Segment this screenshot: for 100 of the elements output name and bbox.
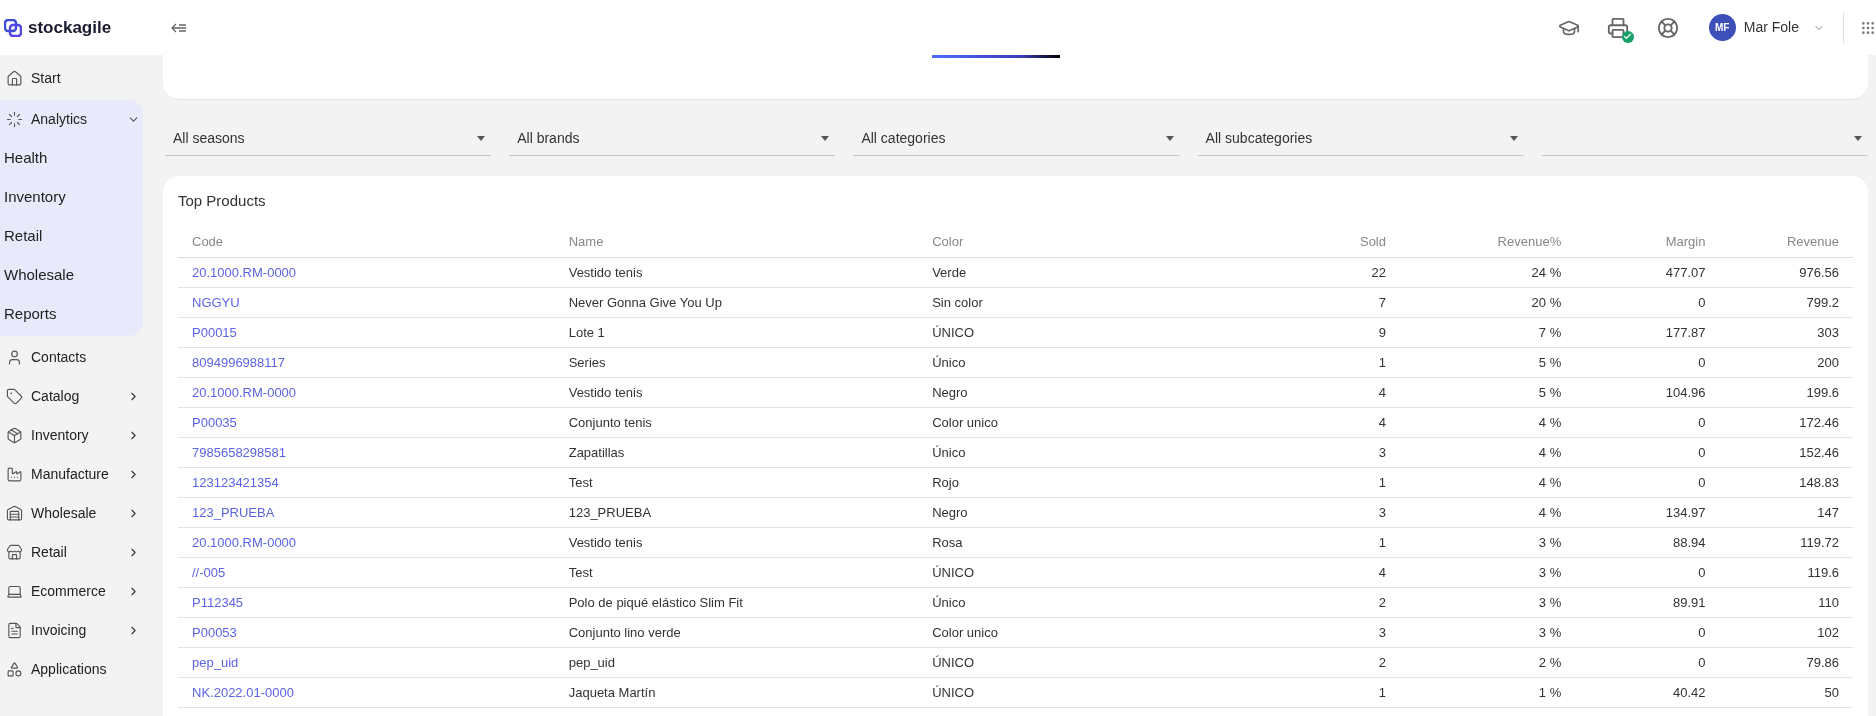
table-cell: Vestido tenis — [554, 257, 919, 288]
column-header: Color — [918, 226, 1221, 258]
sidebar-item[interactable]: Start — [0, 59, 150, 98]
product-code-link[interactable]: 8094996988117 — [192, 354, 286, 370]
factory-icon — [6, 466, 23, 483]
sidebar-item[interactable]: Invoicing — [0, 611, 150, 650]
table-cell: 0 — [1575, 347, 1720, 378]
document-icon — [6, 622, 23, 639]
table-cell: 172.46 — [1719, 407, 1853, 438]
table-cell: ÚNICO — [918, 317, 1221, 348]
table-cell: 3 % — [1400, 587, 1576, 618]
sidebar-item[interactable]: Contacts — [0, 338, 150, 377]
sidebar-subitem[interactable]: Inventory — [0, 178, 143, 217]
table-cell: 9 — [1220, 317, 1400, 348]
table-cell: 148.83 — [1719, 467, 1853, 498]
column-header: Revenue% — [1400, 226, 1576, 258]
filter-dropdown[interactable]: All categories — [853, 122, 1180, 156]
product-code-link[interactable]: 7985658298581 — [192, 444, 286, 460]
table-cell: 89.91 — [1575, 587, 1720, 618]
product-code-link[interactable]: NGGYU — [192, 294, 240, 310]
box-icon — [6, 427, 23, 444]
apps-grid-icon — [1860, 19, 1876, 36]
sidebar-item[interactable]: Retail — [0, 533, 150, 572]
table-cell: 0 — [1575, 557, 1720, 588]
table-cell: Verde — [918, 257, 1221, 288]
product-code-link[interactable]: 123_PRUEBA — [192, 504, 275, 520]
card-title: Top Products — [178, 191, 267, 211]
table-cell: 1 — [1220, 527, 1400, 558]
help-button[interactable] — [1656, 16, 1679, 39]
product-code-link[interactable]: NK.2022.01-0000 — [192, 684, 294, 700]
table-cell: 134.97 — [1575, 497, 1720, 528]
sidebar-subitem[interactable]: Reports — [0, 295, 143, 334]
lifebuoy-icon — [1656, 16, 1679, 39]
table-cell: 50 — [1719, 677, 1853, 708]
table-cell: 1 — [1220, 467, 1400, 498]
sidebar-item[interactable]: Manufacture — [0, 455, 150, 494]
table-cell: 22 — [1220, 257, 1400, 288]
table-cell: 2 — [1220, 647, 1400, 678]
product-code-link[interactable]: //-005 — [192, 564, 226, 580]
table-cell: ÚNICO — [918, 557, 1221, 588]
sidebar-item[interactable]: Ecommerce — [0, 572, 150, 611]
table-cell: 199.6 — [1719, 377, 1853, 408]
product-code-link[interactable]: P00035 — [192, 414, 237, 430]
product-code-link[interactable]: P00015 — [192, 324, 237, 340]
sidebar-subitem[interactable]: Health — [0, 139, 143, 178]
logo-icon — [4, 18, 22, 37]
table-cell: 0 — [1575, 617, 1720, 648]
product-code-link[interactable]: 123123421354 — [192, 474, 279, 490]
table-cell: 303 — [1719, 317, 1853, 348]
table-cell: 0 — [1575, 647, 1720, 678]
table-cell: 1 % — [1400, 677, 1576, 708]
sidebar-subitem[interactable]: Retail — [0, 217, 143, 256]
table-cell: Conjunto lino verde — [554, 617, 919, 648]
sidebar-item[interactable]: Catalog — [0, 377, 150, 416]
sidebar-item[interactable]: Wholesale — [0, 494, 150, 533]
collapse-icon — [171, 21, 187, 34]
table-cell: Never Gonna Give You Up — [554, 287, 919, 318]
table-cell: 4 — [1220, 407, 1400, 438]
table-cell: 3 % — [1400, 557, 1576, 588]
table-cell: 4 — [1220, 557, 1400, 588]
user-name: Mar Fole — [1743, 18, 1799, 37]
table-cell: 1 — [1220, 677, 1400, 708]
product-code-link[interactable]: 20.1000.RM-0000 — [192, 534, 297, 550]
table-cell: 102 — [1719, 617, 1853, 648]
sidebar-subitem[interactable]: Wholesale — [0, 256, 143, 295]
sidebar-item[interactable]: Analytics — [0, 100, 150, 139]
user-avatar: MF — [1708, 14, 1736, 41]
table-cell: 4 — [1220, 377, 1400, 408]
column-header: Name — [554, 226, 919, 258]
table-cell: 20 % — [1400, 287, 1576, 318]
table-cell: pep_uid — [554, 647, 919, 678]
filter-dropdown[interactable]: All seasons — [165, 122, 492, 156]
table-cell: Test — [554, 557, 919, 588]
product-code-link[interactable]: 20.1000.RM-0000 — [192, 384, 297, 400]
sidebar-item[interactable]: Applications — [0, 650, 150, 689]
dropdown-triangle-icon — [1509, 136, 1518, 141]
dropdown-triangle-icon — [1854, 136, 1862, 141]
table-cell: ÚNICO — [918, 677, 1221, 708]
product-code-link[interactable]: P00053 — [192, 624, 237, 640]
product-code-link[interactable]: P112345 — [192, 594, 244, 610]
tag-icon — [6, 388, 23, 405]
table-cell: 177.87 — [1575, 317, 1720, 348]
sidebar-item[interactable]: Inventory — [0, 416, 150, 455]
product-code-link[interactable]: 20.1000.RM-0000 — [192, 264, 297, 280]
table-cell: 3 % — [1400, 617, 1576, 648]
table-cell: 7 — [1220, 287, 1400, 318]
table-cell: 123_PRUEBA — [554, 497, 919, 528]
laptop-icon — [6, 583, 23, 600]
table-cell: 4 % — [1400, 437, 1576, 468]
table-cell: 0 — [1575, 407, 1720, 438]
table-cell: Negro — [918, 497, 1221, 528]
table-cell: Color unico — [918, 617, 1221, 648]
product-code-link[interactable]: pep_uid — [192, 654, 239, 670]
table-cell: 24 % — [1400, 257, 1576, 288]
table-cell: 3 — [1220, 497, 1400, 528]
filter-dropdown[interactable]: All subcategories — [1197, 122, 1524, 156]
table-cell: Único — [918, 347, 1221, 378]
dropdown-triangle-icon — [477, 136, 486, 141]
column-header: Code — [178, 226, 555, 258]
filter-dropdown[interactable]: All brands — [509, 122, 836, 156]
